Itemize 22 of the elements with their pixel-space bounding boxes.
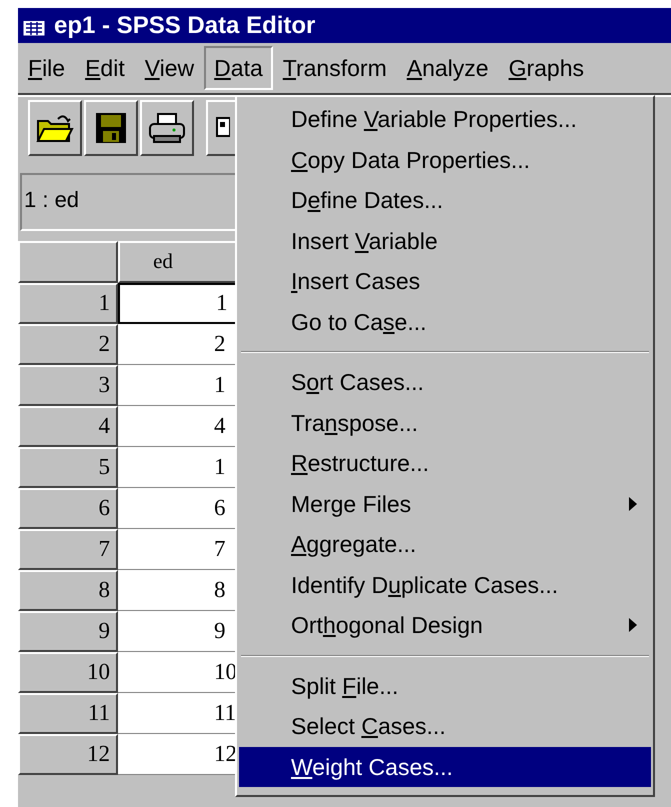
menu-item[interactable]: View	[134, 46, 204, 90]
row-header[interactable]: 1	[18, 283, 118, 324]
row-header[interactable]: 2	[18, 324, 118, 365]
menu-item[interactable]: Edit	[75, 46, 135, 90]
menu-item[interactable]: Analyze	[396, 46, 499, 90]
menu-item[interactable]: Data	[204, 46, 273, 90]
window-title: ep1 - SPSS Data Editor	[54, 14, 316, 38]
menu-option[interactable]: Weight Cases...	[239, 746, 651, 787]
row-header[interactable]: 8	[18, 570, 118, 611]
row-header[interactable]: 6	[18, 488, 118, 529]
row-header[interactable]: 9	[18, 611, 118, 652]
menu-item[interactable]: Graphs	[498, 46, 594, 90]
row-header[interactable]: 12	[18, 734, 118, 775]
row-header[interactable]: 4	[18, 406, 118, 447]
row-header[interactable]: 7	[18, 529, 118, 570]
menu-item[interactable]: File	[18, 46, 76, 90]
row-header[interactable]: 11	[18, 693, 118, 734]
row-header[interactable]: 5	[18, 447, 118, 488]
menu-item[interactable]: Transform	[272, 46, 397, 90]
row-header[interactable]: 3	[18, 365, 118, 406]
row-header[interactable]: 10	[18, 652, 118, 693]
menu-option[interactable]: Define Variable Properties...	[239, 99, 651, 140]
